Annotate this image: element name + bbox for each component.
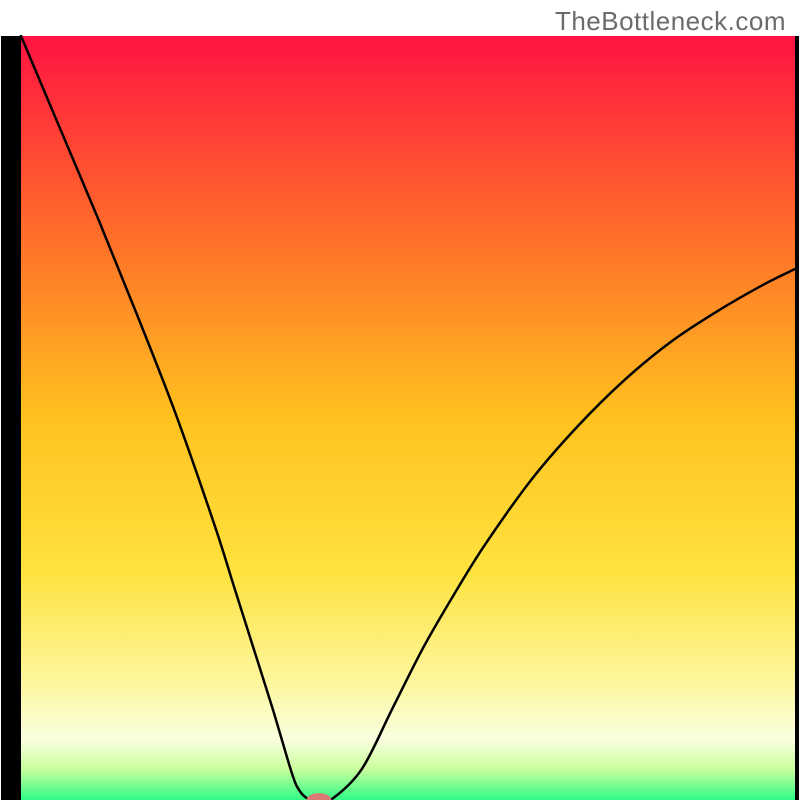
plot-background xyxy=(21,36,795,800)
frame-left xyxy=(1,36,21,800)
chart-container: TheBottleneck.com xyxy=(0,0,800,800)
frame-right xyxy=(795,36,799,800)
bottleneck-chart xyxy=(0,0,800,800)
watermark-text: TheBottleneck.com xyxy=(555,6,786,37)
